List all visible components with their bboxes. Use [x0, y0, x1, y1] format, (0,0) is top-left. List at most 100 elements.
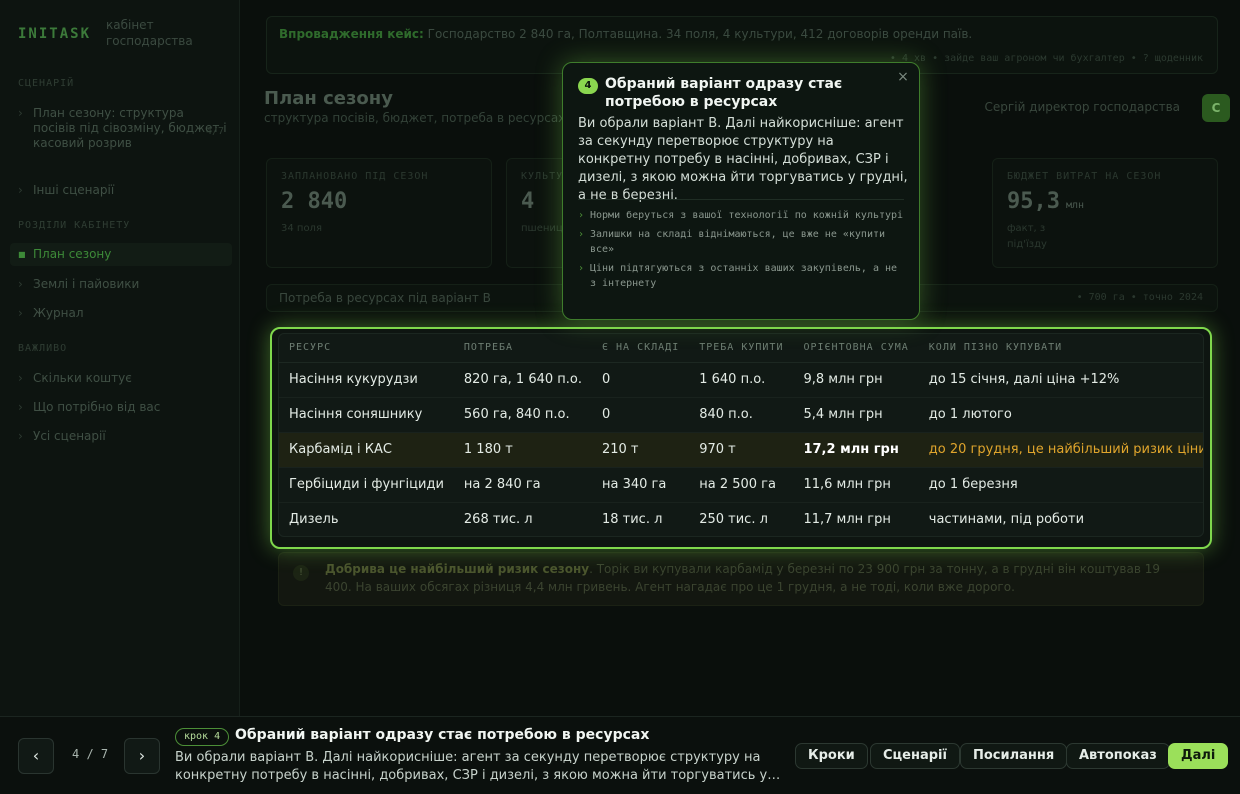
sidebar-heading-sections: РОЗДІЛИ КАБІНЕТУ: [18, 220, 131, 231]
sidebar-item-journal[interactable]: Журнал: [18, 306, 230, 321]
prev-step-button[interactable]: ‹: [18, 738, 54, 774]
popover-title: Обраний варіант одразу стає потребою в р…: [605, 76, 843, 110]
close-icon[interactable]: ×: [895, 69, 911, 85]
warning-icon: !: [293, 565, 309, 581]
sidebar-heading-scenario: СЦЕНАРІЙ: [18, 78, 75, 89]
banner-label: Впровадження кейс:: [279, 27, 424, 41]
cell-deadline: частинами, під роботи: [928, 512, 1085, 528]
links-button[interactable]: Посилання: [960, 743, 1068, 769]
cell-stock: 18 тис. л: [601, 512, 663, 528]
cell-stock: 210 т: [591, 432, 690, 468]
autoplay-button[interactable]: Автопоказ: [1066, 743, 1170, 769]
stat-label: ЗАПЛАНОВАНО ПІД СЕЗОН: [281, 171, 429, 182]
stat-value: 95,3 млн: [1007, 189, 1084, 214]
brand-subtitle: кабінет господарства: [106, 18, 193, 48]
popover-body: Ви обрали варіант В. Далі найкорисніше: …: [578, 116, 908, 203]
list-item: Залишки на складі віднімаються, це вже н…: [578, 227, 908, 257]
tour-popover: 4 Обраний варіант одразу стає потребою в…: [562, 62, 920, 320]
step-counter: 4 / 7: [72, 747, 109, 761]
cell-need: 560 га, 840 п.о.: [453, 397, 592, 433]
page-subtitle: структура посівів, бюджет, потреба в рес…: [264, 111, 566, 125]
avatar[interactable]: С: [1202, 94, 1230, 122]
cell-stock: 0: [591, 362, 690, 398]
cell-sum: 5,4 млн грн: [793, 397, 919, 433]
column-header-stock: Є НА СКЛАДІ: [591, 334, 690, 363]
scenario-progress-count: 4/7: [205, 126, 224, 137]
step-badge: крок 4: [175, 728, 230, 746]
cell-deadline: до 20 грудня, це найбільший ризик ціни: [918, 432, 1203, 468]
sidebar-item-pricing[interactable]: Скільки коштує: [18, 371, 230, 386]
cell-need: 820 га, 1 640 п.о.: [453, 362, 592, 398]
cell-sum: 11,7 млн грн: [803, 512, 891, 528]
cell-buy: 840 п.о.: [689, 397, 794, 433]
stat-card-budget: БЮДЖЕТ ВИТРАТ НА СЕЗОН 95,3 млн факт, з п…: [992, 158, 1218, 268]
cell-sum: 9,8 млн грн: [793, 362, 919, 398]
cell-resource: Насіння соняшнику: [279, 397, 454, 433]
banner-text: Господарство 2 840 га, Полтавщина. 34 по…: [427, 27, 973, 41]
table-header-row: РЕСУРС ПОТРЕБА Є НА СКЛАДІ ТРЕБА КУПИТИ …: [279, 334, 1203, 363]
user-info[interactable]: Сергій директор господарства: [985, 100, 1180, 114]
stat-value: 2 840: [281, 189, 348, 214]
cell-buy: 1 640 п.о.: [689, 362, 794, 398]
warning-text: Добрива це найбільший ризик сезону. Торі…: [325, 560, 1171, 596]
cell-resource: Насіння кукурудзи: [279, 362, 454, 398]
table-row[interactable]: Гербіциди і фунгіциди на 2 840 га на 340…: [279, 467, 1203, 503]
next-step-button[interactable]: ›: [124, 738, 160, 774]
table-row[interactable]: Насіння соняшнику 560 га, 840 п.о. 0 840…: [279, 397, 1203, 433]
tour-step-title: Обраний варіант одразу стає потребою в р…: [235, 727, 650, 743]
tour-step-description: Ви обрали варіант В. Далі найкорисніше: …: [175, 750, 768, 783]
cell-resource: Карбамід і КАС: [279, 432, 454, 468]
cell-need: 268 тис. л: [463, 512, 533, 528]
steps-button[interactable]: Кроки: [795, 743, 868, 769]
warning-bold: Добрива це найбільший ризик сезону: [325, 562, 590, 576]
sidebar-item-current-scenario[interactable]: План сезону: структура посівів під сівоз…: [18, 106, 230, 151]
resources-table: РЕСУРС ПОТРЕБА Є НА СКЛАДІ ТРЕБА КУПИТИ …: [279, 334, 1203, 536]
section-title: Потреба в ресурсах під варіант В: [279, 291, 491, 305]
sidebar-item-label: План сезону: структура посівів під сівоз…: [33, 106, 227, 150]
section-meta: • 700 га • точно 2024: [1076, 292, 1203, 303]
table-row[interactable]: Дизель 268 тис. л 18 тис. л 250 тис. л 1…: [279, 502, 1203, 536]
cell-resource: Дизель: [289, 512, 339, 528]
sidebar-item-other-scenarios[interactable]: Інші сценарії: [18, 183, 230, 198]
cell-deadline: до 15 січня, далі ціна +12%: [918, 362, 1203, 398]
next-button[interactable]: Далі: [1168, 743, 1229, 769]
stat-label: БЮДЖЕТ ВИТРАТ НА СЕЗОН: [1007, 171, 1162, 182]
step-number-badge: 4: [578, 78, 598, 94]
tour-highlight-frame: РЕСУРС ПОТРЕБА Є НА СКЛАДІ ТРЕБА КУПИТИ …: [270, 327, 1212, 549]
column-header-deadline: КОЛИ ПІЗНО КУПУВАТИ: [918, 334, 1203, 363]
scenarios-button[interactable]: Сценарії: [870, 743, 960, 769]
list-item: Норми беруться з вашої технології по кож…: [578, 208, 908, 223]
stat-card-area: ЗАПЛАНОВАНО ПІД СЕЗОН 2 840 34 поля: [266, 158, 492, 268]
sidebar-item-lands[interactable]: Землі і пайовики: [18, 277, 230, 292]
sidebar-item-season-plan[interactable]: План сезону: [10, 243, 232, 266]
stat-note: 34 поля: [281, 223, 322, 234]
sidebar: INITASK кабінет господарства СЦЕНАРІЙ Пл…: [0, 0, 240, 716]
fertilizer-risk-callout: ! Добрива це найбільший ризик сезону. То…: [278, 552, 1204, 606]
cell-resource: Гербіциди і фунгіциди: [279, 467, 454, 503]
cell-need: 1 180 т: [453, 432, 592, 468]
page-title: План сезону: [264, 88, 393, 109]
cell-buy: 970 т: [689, 432, 794, 468]
cell-deadline: до 1 березня: [918, 467, 1203, 503]
stat-value-unit: млн: [1065, 200, 1085, 211]
cell-buy: 250 тис. л: [699, 512, 768, 528]
brand-logo: INITASK: [18, 26, 92, 42]
popover-divider: [578, 199, 904, 200]
cell-deadline: до 1 лютого: [918, 397, 1203, 433]
column-header-sum: ОРІЄНТОВНА СУМА: [793, 334, 919, 363]
stat-value-number: 95,3: [1007, 189, 1060, 214]
cell-need: на 2 840 га: [453, 467, 592, 503]
cell-sum: 17,2 млн грн: [793, 432, 919, 468]
table-row[interactable]: Насіння кукурудзи 820 га, 1 640 п.о. 0 1…: [279, 362, 1203, 398]
cell-stock: 0: [591, 397, 690, 433]
sidebar-item-requirements[interactable]: Що потрібно від вас: [18, 400, 230, 415]
cell-stock: на 340 га: [591, 467, 690, 503]
column-header-need: ПОТРЕБА: [453, 334, 592, 363]
cell-sum: 11,6 млн грн: [793, 467, 919, 503]
list-item: Ціни підтягуються з останніх ваших закуп…: [578, 261, 908, 291]
sidebar-item-all-scenarios[interactable]: Усі сценарії: [18, 429, 230, 444]
banner-meta: • 4 хв • зайде ваш агроном чи бухгалтер …: [889, 53, 1203, 64]
table-row-highlighted[interactable]: Карбамід і КАС 1 180 т 210 т 970 т 17,2 …: [279, 432, 1203, 468]
stat-note: факт, з під'їзду: [1007, 223, 1047, 250]
sidebar-heading-important: ВАЖЛИВО: [18, 343, 68, 354]
